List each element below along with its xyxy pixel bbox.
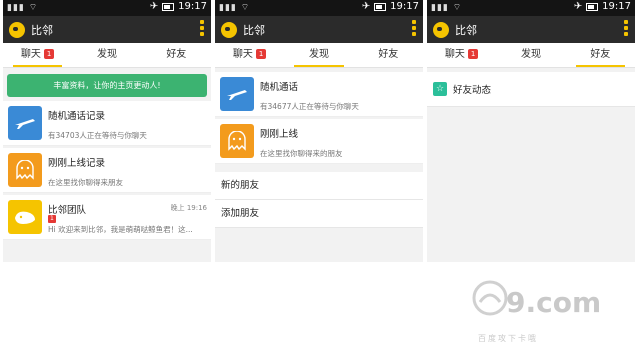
tab-bar: 聊天 1 发现 好友 [3, 43, 211, 68]
new-friends-row[interactable]: 新的朋友 [215, 172, 423, 200]
item-subtitle: 有34677人正在等待与你聊天 [260, 102, 359, 111]
ghost-icon [220, 124, 254, 158]
tab-discover[interactable]: 发现 [72, 43, 141, 67]
watermark-tagline: 百度攻下卡哦 [478, 334, 538, 343]
list-item[interactable]: 刚刚上线记录 在这里找你聊得来朋友 [3, 148, 211, 193]
battery-icon [162, 2, 175, 11]
status-bar: ▮▮▮ ⌔ ✈ 19:17 [3, 0, 211, 16]
profile-banner[interactable]: 丰富资料，让你的主页更动人! [7, 74, 207, 97]
chat-badge: 1 [467, 49, 479, 59]
app-bar: 比邻 [215, 16, 423, 43]
app-bar: 比邻 [427, 16, 635, 43]
list-item[interactable]: 随机通话 有34677人正在等待与你聊天 [215, 72, 423, 117]
airplane-icon [8, 106, 42, 140]
item-title: 刚刚上线记录 [48, 158, 106, 169]
item-title: 比邻团队 [48, 205, 87, 216]
chat-badge: 1 [43, 49, 55, 59]
overflow-menu-icon[interactable] [623, 20, 629, 36]
tab-chat[interactable]: 聊天 1 [215, 43, 284, 67]
airplane-icon [220, 77, 254, 111]
item-subtitle: Hi 欢迎来到比邻，我是萌萌哒鲸鱼君！这... [48, 225, 193, 234]
item-subtitle: 在这里找你聊得来朋友 [48, 178, 123, 187]
star-icon: ☆ [433, 82, 447, 96]
status-time: 19:17 [602, 1, 631, 12]
tab-discover[interactable]: 发现 [284, 43, 353, 67]
chat-badge: 1 [255, 49, 267, 59]
app-title: 比邻 [243, 23, 265, 37]
item-subtitle: 在这里找你聊得来的朋友 [260, 149, 343, 158]
unread-badge: 1 [48, 215, 56, 223]
item-title: 随机通话记录 [48, 111, 106, 122]
silent-icon: ✈ [573, 1, 583, 12]
item-time: 晚上 19:16 [170, 204, 207, 212]
app-title: 比邻 [455, 23, 477, 37]
signal-icon: ▮▮▮ ⌔ [7, 3, 39, 13]
app-title: 比邻 [31, 23, 53, 37]
app-logo-icon [433, 21, 449, 38]
status-time: 19:17 [390, 1, 419, 12]
whale-icon [8, 200, 42, 234]
friend-feed-label: 好友动态 [453, 85, 492, 96]
status-time: 19:17 [178, 1, 207, 12]
friend-feed-row[interactable]: ☆ 好友动态 [427, 72, 635, 107]
ghost-icon [8, 153, 42, 187]
signal-icon: ▮▮▮ ⌔ [431, 3, 463, 13]
tab-chat[interactable]: 聊天 1 [427, 43, 496, 67]
list-item[interactable]: 随机通话记录 有34703人正在等待与你聊天 [3, 101, 211, 146]
tab-chat[interactable]: 聊天 1 [3, 43, 72, 67]
app-bar: 比邻 [3, 16, 211, 43]
status-bar: ▮▮▮ ⌔ ✈ 19:17 [427, 0, 635, 16]
screen-friends: ▮▮▮ ⌔ ✈ 19:17 比邻 聊天 1 发现 好友 ☆ 好友动态 [427, 0, 635, 262]
tab-bar: 聊天 1 发现 好友 [427, 43, 635, 68]
tab-friends[interactable]: 好友 [566, 43, 635, 67]
battery-icon [586, 2, 599, 11]
item-subtitle: 有34703人正在等待与你聊天 [48, 131, 147, 140]
silent-icon: ✈ [149, 1, 159, 12]
screen-chat: ▮▮▮ ⌔ ✈ 19:17 比邻 聊天 1 发现 好友 丰富资料，让你的主页更动人… [3, 0, 211, 262]
tab-bar: 聊天 1 发现 好友 [215, 43, 423, 68]
item-title: 随机通话 [260, 82, 299, 93]
tab-discover[interactable]: 发现 [496, 43, 565, 67]
tab-friends[interactable]: 好友 [354, 43, 423, 67]
battery-icon [374, 2, 387, 11]
app-logo-icon [9, 21, 25, 38]
watermark-logo: 9.com 百度攻下卡哦 [470, 268, 620, 350]
list-item[interactable]: 比邻团队 晚上 19:16 1 Hi 欢迎来到比邻，我是萌萌哒鲸鱼君！这... [3, 195, 211, 240]
signal-icon: ▮▮▮ ⌔ [219, 3, 251, 13]
overflow-menu-icon[interactable] [199, 20, 205, 36]
overflow-menu-icon[interactable] [411, 20, 417, 36]
silent-icon: ✈ [361, 1, 371, 12]
status-bar: ▮▮▮ ⌔ ✈ 19:17 [215, 0, 423, 16]
screen-discover: ▮▮▮ ⌔ ✈ 19:17 比邻 聊天 1 发现 好友 随机通话 有34677人正… [215, 0, 423, 262]
list-item[interactable]: 刚刚上线 在这里找你聊得来的朋友 [215, 119, 423, 164]
item-title: 刚刚上线 [260, 129, 299, 140]
watermark-brand: 9.com [506, 286, 602, 319]
tab-friends[interactable]: 好友 [142, 43, 211, 67]
app-logo-icon [221, 21, 237, 38]
add-friend-row[interactable]: 添加朋友 [215, 200, 423, 228]
